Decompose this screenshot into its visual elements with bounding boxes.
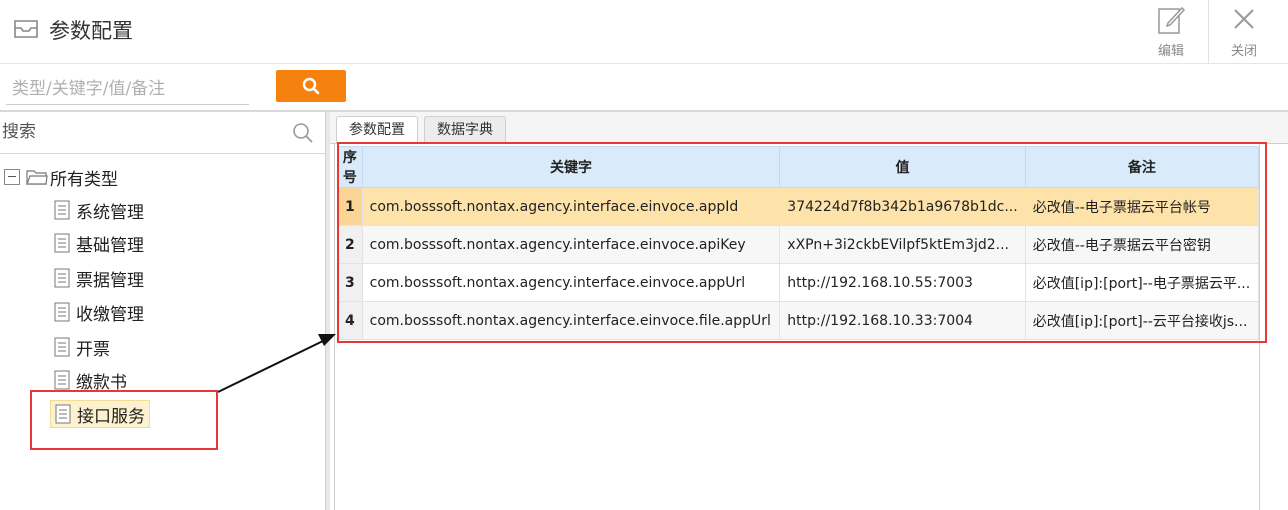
tab-bar: 参数配置 数据字典 [330,112,1288,145]
document-icon [54,200,70,220]
search-icon [302,77,320,95]
row-index: 3 [337,263,363,302]
document-icon [54,233,70,253]
search-button[interactable] [276,70,346,102]
tree-item-label: 缴款书 [76,372,127,393]
collapse-toggle-icon[interactable] [4,169,20,185]
tab-param-config[interactable]: 参数配置 [336,116,418,145]
row-index: 1 [337,187,363,226]
tree-item-basic[interactable]: 基础管理 [50,229,148,257]
table-row[interactable]: 2 com.bosssoft.nontax.agency.interface.e… [337,225,1260,264]
tree-item-label: 基础管理 [76,235,144,256]
row-value: 374224d7f8b342b1a9678b1dc... [779,187,1026,226]
edit-icon [1158,6,1186,34]
tree-root-label: 所有类型 [50,169,118,190]
column-header-key[interactable]: 关键字 [361,146,781,188]
tree-item-label: 开票 [76,339,110,360]
close-icon [1234,9,1254,29]
row-key: com.bosssoft.nontax.agency.interface.ein… [361,263,781,302]
tree-root[interactable]: 所有类型 [4,165,118,190]
column-header-value[interactable]: 值 [779,146,1026,188]
search-input[interactable] [6,74,249,105]
column-header-remark[interactable]: 备注 [1024,146,1260,188]
row-remark: 必改值[ip]:[port]--云平台接收js... [1024,301,1260,340]
document-icon [54,337,70,357]
row-value: xXPn+3i2ckbEVilpf5ktEm3jd2... [779,225,1026,264]
folder-open-icon [26,170,48,185]
row-value: http://192.168.10.33:7004 [779,301,1026,340]
page: 参数配置 编辑 关闭 类型/关键字/值/备注 搜索 所有类型 系统管理 基础管理… [0,0,1288,510]
document-icon [54,302,70,322]
tree-item-invoice[interactable]: 开票 [50,333,114,361]
table-row[interactable]: 1 com.bosssoft.nontax.agency.interface.e… [337,187,1260,226]
edit-button[interactable]: 编辑 [1138,4,1204,60]
tree-search-input[interactable] [2,118,282,146]
row-remark: 必改值--电子票据云平台密钥 [1024,225,1260,264]
search-icon[interactable] [292,122,314,144]
edit-label: 编辑 [1157,44,1184,59]
param-table: 序号 关键字 值 备注 1 com.bosssoft.nontax.agency… [337,146,1260,340]
table-row[interactable]: 4 com.bosssoft.nontax.agency.interface.e… [337,301,1260,340]
tab-data-dictionary[interactable]: 数据字典 [424,116,506,144]
row-remark: 必改值--电子票据云平台帐号 [1024,187,1260,226]
content-panel: 参数配置 数据字典 序号 关键字 值 备注 1 com.bosssoft.non… [330,112,1288,510]
tree-item-label: 系统管理 [76,202,144,223]
row-index: 4 [337,301,363,340]
close-button[interactable]: 关闭 [1211,4,1277,60]
tree-item-collection[interactable]: 收缴管理 [50,298,148,326]
search-bar [0,64,1288,110]
tree-item-bill[interactable]: 票据管理 [50,264,148,292]
table-header-row: 序号 关键字 值 备注 [337,146,1260,188]
tree-item-system[interactable]: 系统管理 [50,196,148,224]
close-label: 关闭 [1230,44,1257,59]
header-bar: 参数配置 编辑 关闭 [0,0,1288,64]
tree-search [0,112,326,154]
table-row[interactable]: 3 com.bosssoft.nontax.agency.interface.e… [337,263,1260,302]
row-index: 2 [337,225,363,264]
toolbar-separator [1208,0,1209,64]
row-key: com.bosssoft.nontax.agency.interface.ein… [361,187,781,226]
tree-item-label: 收缴管理 [76,304,144,325]
document-icon [54,268,70,288]
row-remark: 必改值[ip]:[port]--电子票据云平... [1024,263,1260,302]
tree-item-label: 票据管理 [76,270,144,291]
page-title: 参数配置 [49,19,133,43]
row-value: http://192.168.10.55:7003 [779,263,1026,302]
type-tree-panel: 所有类型 系统管理 基础管理 票据管理 收缴管理 开票 [0,112,326,510]
param-grid: 序号 关键字 值 备注 1 com.bosssoft.nontax.agency… [334,144,1260,510]
row-key: com.bosssoft.nontax.agency.interface.ein… [361,301,781,340]
row-key: com.bosssoft.nontax.agency.interface.ein… [361,225,781,264]
highlight-box-tree [30,390,218,450]
document-icon [54,370,70,390]
column-header-index[interactable]: 序号 [337,146,363,188]
inbox-icon [14,20,38,38]
